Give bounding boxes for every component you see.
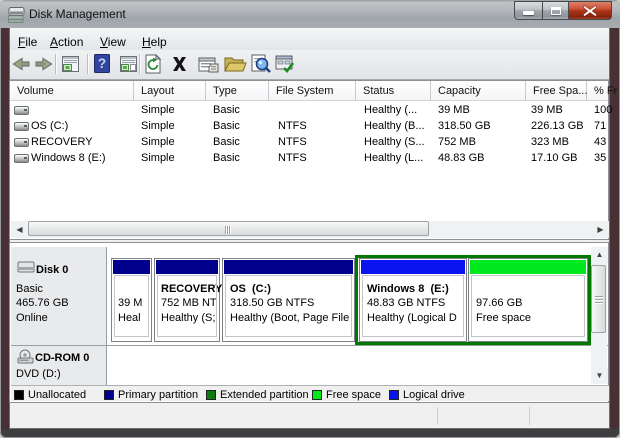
svg-text:?: ? <box>98 56 106 71</box>
